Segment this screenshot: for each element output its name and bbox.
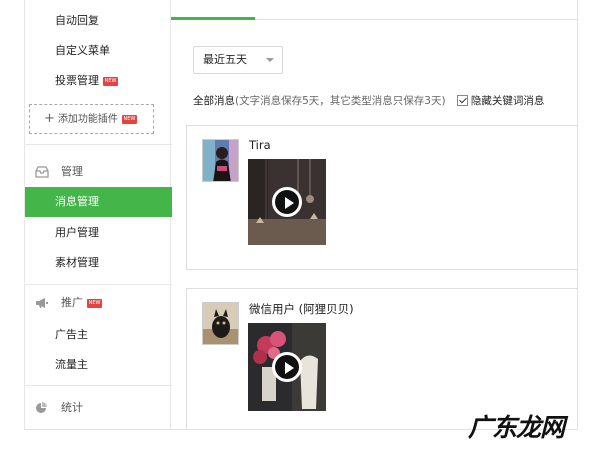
- play-icon[interactable]: [272, 187, 302, 217]
- retention-note: (文字消息保存5天，其它类型消息只保存3天): [235, 95, 446, 107]
- section-header-promote[interactable]: 推广 NEW: [25, 287, 172, 319]
- sidebar-item-label: 用户管理: [55, 226, 99, 239]
- sidebar-item-label: 广告主: [55, 328, 88, 341]
- avatar[interactable]: [202, 302, 239, 345]
- megaphone-icon: [36, 298, 48, 308]
- message-username: Tira: [249, 138, 271, 152]
- sidebar-divider: [25, 284, 172, 285]
- section-title: 管理: [61, 165, 83, 178]
- message-username: 微信用户 (阿狸贝贝): [249, 302, 354, 316]
- play-icon[interactable]: [272, 352, 302, 382]
- video-thumbnail[interactable]: [248, 159, 326, 245]
- sidebar-item-label: 消息管理: [55, 195, 99, 208]
- new-badge: NEW: [121, 114, 137, 124]
- message-item: Tira: [186, 125, 577, 270]
- sidebar-item-label: 自动回复: [55, 14, 99, 27]
- sidebar-item-label: 素材管理: [55, 256, 99, 269]
- sidebar: 自动回复 自定义菜单 投票管理 NEW + 添加功能插件 NEW 管理 消息管理 用户…: [24, 0, 172, 429]
- add-plugin-label: 添加功能插件: [57, 114, 118, 125]
- plus-icon: +: [44, 111, 55, 126]
- inbox-icon: [35, 166, 49, 178]
- avatar[interactable]: [202, 139, 239, 182]
- sidebar-item-publisher[interactable]: 流量主: [25, 350, 172, 380]
- sidebar-item-material-management[interactable]: 素材管理: [25, 248, 172, 278]
- date-range-select[interactable]: 最近五天: [193, 46, 283, 74]
- sidebar-item-advertiser[interactable]: 广告主: [25, 320, 172, 350]
- add-plugin-button[interactable]: + 添加功能插件 NEW: [29, 104, 154, 134]
- checkbox-checked-icon[interactable]: [456, 95, 468, 106]
- section-title: 推广: [61, 296, 83, 309]
- new-badge: NEW: [103, 76, 118, 86]
- section-header-manage[interactable]: 管理: [25, 156, 172, 188]
- app-frame: 自动回复 自定义菜单 投票管理 NEW + 添加功能插件 NEW 管理 消息管理 用户…: [24, 0, 578, 430]
- message-filter-bar: 全部消息(文字消息保存5天，其它类型消息只保存3天) 隐藏关键词消息: [193, 93, 544, 108]
- sidebar-item-user-management[interactable]: 用户管理: [25, 218, 172, 248]
- sidebar-divider: [25, 385, 172, 386]
- main-content: 最近五天 全部消息(文字消息保存5天，其它类型消息只保存3天) 隐藏关键词消息 …: [171, 0, 577, 429]
- new-badge: NEW: [87, 298, 102, 308]
- watermark: 广东龙网: [468, 413, 565, 442]
- video-thumbnail[interactable]: [248, 323, 326, 411]
- section-title: 统计: [61, 401, 83, 414]
- date-range-value: 最近五天: [203, 53, 247, 66]
- section-header-statistics[interactable]: 统计: [25, 392, 172, 424]
- hide-keyword-checkbox[interactable]: 隐藏关键词消息: [456, 93, 545, 108]
- sidebar-divider: [25, 144, 172, 145]
- pie-chart-icon: [36, 402, 47, 413]
- tab-bar: [171, 14, 577, 20]
- sidebar-item-message-management[interactable]: 消息管理: [25, 187, 172, 217]
- sidebar-item-label: 投票管理: [55, 74, 99, 87]
- sidebar-item-vote-management[interactable]: 投票管理 NEW: [25, 66, 172, 96]
- tab-active-indicator[interactable]: [171, 17, 255, 20]
- sidebar-item-label: 自定义菜单: [55, 44, 110, 57]
- sidebar-item-auto-reply[interactable]: 自动回复: [25, 6, 172, 36]
- avatar-image: [203, 140, 238, 181]
- all-messages-label[interactable]: 全部消息: [193, 95, 235, 107]
- avatar-image: [203, 303, 238, 344]
- sidebar-item-custom-menu[interactable]: 自定义菜单: [25, 36, 172, 66]
- hide-keyword-label: 隐藏关键词消息: [470, 95, 545, 107]
- chevron-down-icon: [266, 58, 274, 62]
- sidebar-item-label: 流量主: [55, 358, 88, 371]
